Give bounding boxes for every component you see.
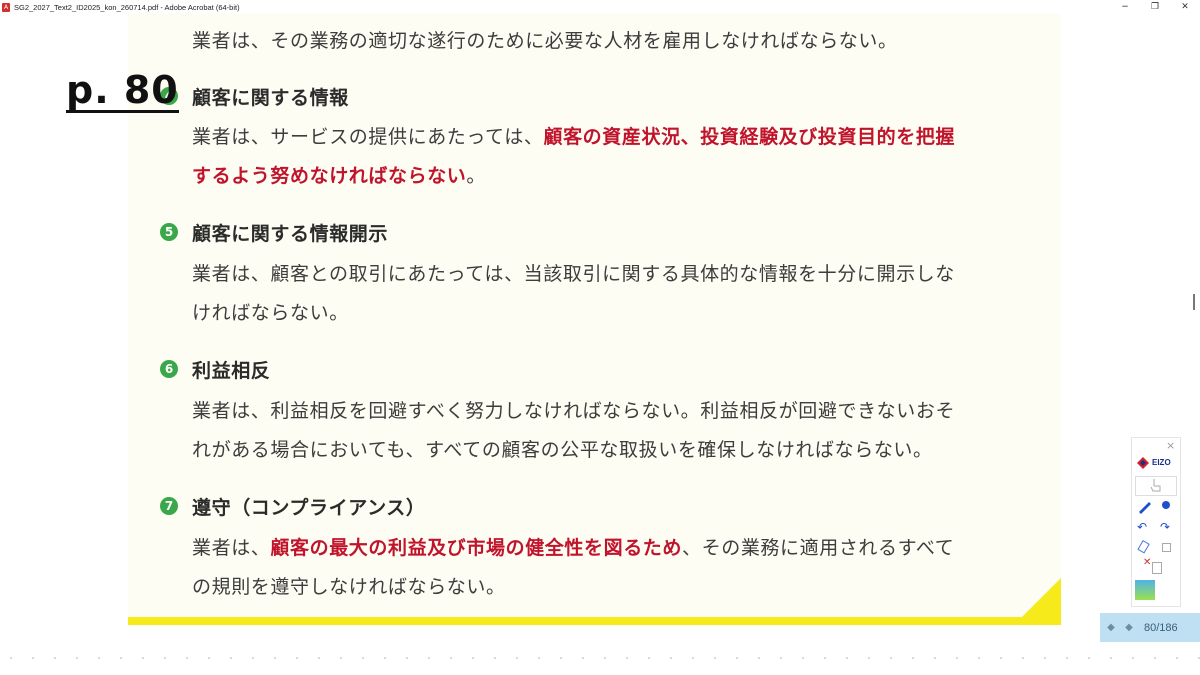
section-heading-6: 利益相反	[192, 360, 271, 382]
pen-color-dot[interactable]	[1162, 501, 1170, 509]
section-5-line-1: 業者は、顧客との取引にあたっては、当該取引に関する具体的な情報を十分に開示しな	[192, 263, 955, 285]
section-number-6: 6	[160, 360, 178, 378]
section-4-line-1: 業者は、サービスの提供にあたっては、顧客の資産状況、投資経験及び投資目的を把握	[192, 122, 955, 149]
section-6-line-1: 業者は、利益相反を回避すべく努力しなければならない。利益相反が回避できないおそ	[192, 400, 956, 422]
scrollbar-thumb[interactable]	[1193, 294, 1195, 310]
top-text-line: 業者は、その業務の適切な遂行のために必要な人材を雇用しなければならない。	[192, 30, 898, 52]
touch-hand-tool[interactable]	[1135, 476, 1177, 496]
app-thumbnail-icon[interactable]	[1135, 580, 1155, 600]
section-heading-5: 顧客に関する情報開示	[192, 223, 389, 245]
redo-icon[interactable]: ↷	[1160, 520, 1170, 534]
section-4-text-2: 。	[466, 165, 487, 187]
section-4-emphasis-2: するよう努めなければならない	[192, 165, 467, 187]
window-title: SG2_2027_Text2_ID2025_kon_260714.pdf - A…	[14, 2, 240, 12]
section-7-emphasis: 顧客の最大の利益及び市場の健全性を図るため	[270, 537, 683, 559]
page-bottom-band	[128, 617, 1061, 625]
section-number-7: 7	[160, 497, 178, 515]
minimize-button[interactable]: −	[1110, 0, 1140, 14]
section-7-text: 業者は、	[192, 537, 271, 559]
section-heading-4: 顧客に関する情報	[192, 87, 349, 109]
page-number-label: p. 80	[66, 68, 179, 113]
page-count: 80/186	[1144, 621, 1178, 634]
eizo-logo: EIZO	[1135, 456, 1175, 470]
hand-icon	[1150, 479, 1161, 492]
page-indicator: ◆ ◆ 80/186	[1100, 613, 1200, 642]
window-controls: − ❐ ✕	[1110, 0, 1200, 14]
tool-panel-close-button[interactable]: ×	[1166, 439, 1175, 453]
section-4-text: 業者は、サービスの提供にあたっては、	[192, 126, 544, 148]
page-tool-icon[interactable]	[1152, 562, 1162, 574]
acrobat-icon: A	[2, 2, 10, 12]
section-6-line-2: れがある場合においても、すべての顧客の公平な取扱いを確保しなければならない。	[192, 439, 933, 461]
eizo-logo-text: EIZO	[1152, 458, 1171, 467]
section-4-emphasis: 顧客の資産状況、投資経験及び投資目的を把握	[543, 126, 956, 148]
annotation-tool-panel: × EIZO ↶ ↷ ✕	[1131, 437, 1181, 607]
clear-x-icon[interactable]: ✕	[1143, 556, 1151, 570]
dotted-divider	[0, 657, 1200, 659]
section-4-line-2: するよう努めなければならない。	[192, 161, 486, 188]
pen-tool[interactable]	[1137, 500, 1153, 518]
shape-square-icon[interactable]	[1162, 543, 1171, 552]
previous-page-icon[interactable]: ◆	[1104, 622, 1118, 633]
section-7-text-post: 、その業務に適用されるすべて	[682, 537, 955, 559]
pen-icon	[1139, 502, 1151, 514]
window-titlebar: A SG2_2027_Text2_ID2025_kon_260714.pdf -…	[0, 0, 1200, 14]
undo-icon[interactable]: ↶	[1137, 520, 1147, 534]
page-corner-triangle	[1019, 578, 1061, 620]
section-number-5: 5	[160, 223, 178, 241]
section-heading-7: 遵守（コンプライアンス）	[192, 497, 426, 519]
maximize-button[interactable]: ❐	[1140, 0, 1170, 14]
close-button[interactable]: ✕	[1170, 0, 1200, 14]
section-7-line-1: 業者は、顧客の最大の利益及び市場の健全性を図るため、その業務に適用されるすべて	[192, 533, 954, 560]
section-7-line-2: の規則を遵守しなければならない。	[192, 576, 506, 598]
eraser-icon	[1137, 539, 1150, 554]
next-page-icon[interactable]: ◆	[1122, 622, 1136, 633]
section-5-line-2: ければならない。	[192, 302, 349, 324]
